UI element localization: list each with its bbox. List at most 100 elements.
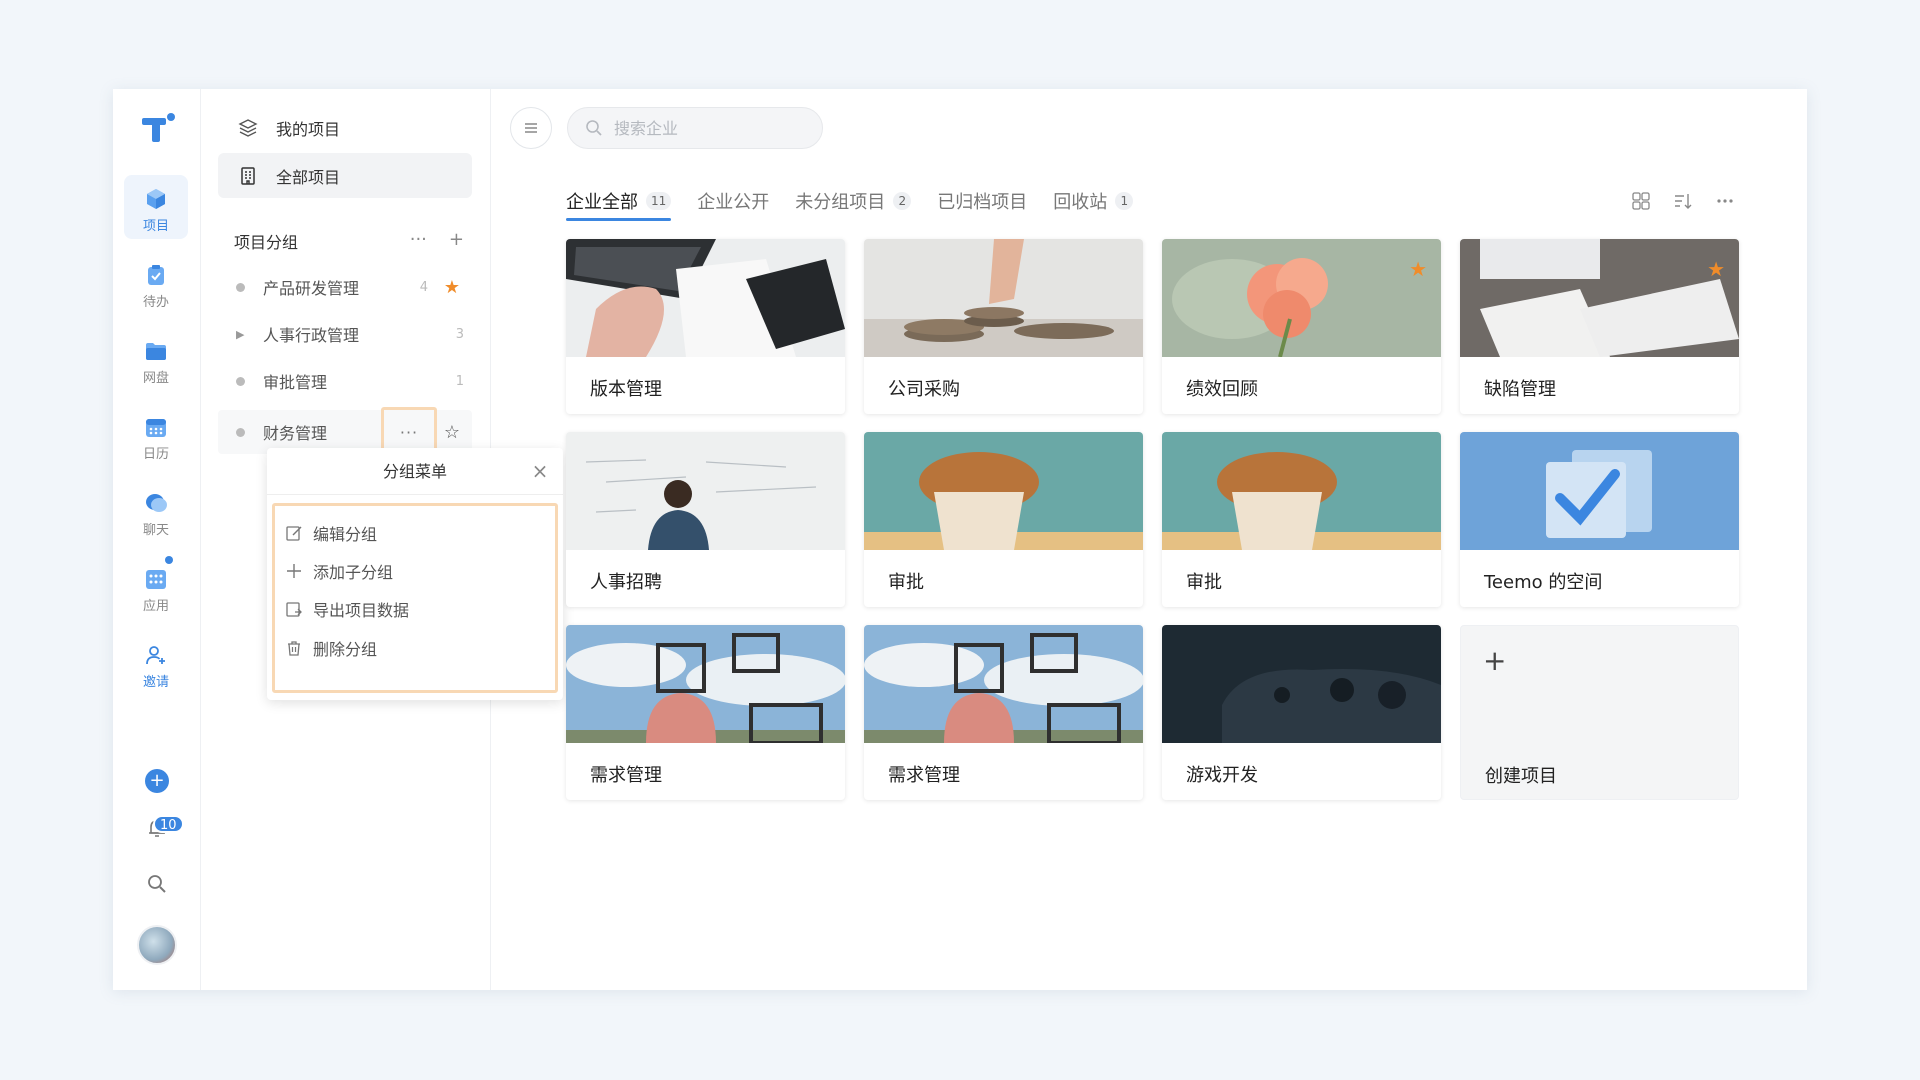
app-window: 项目 待办 网盘 日历 聊天 应用 邀请 + 10 我的项目 全部项目 项目分组… [113,89,1807,990]
project-card[interactable]: 人事招聘 [566,432,845,607]
project-groups-title: 项目分组 [234,233,299,252]
tab-count-badge: 1 [1115,192,1134,210]
group-bullet [236,282,245,292]
rail-item-drive[interactable]: 网盘 [124,327,188,391]
group-count: 3 [455,326,464,342]
project-card[interactable]: ★ 缺陷管理 [1460,239,1739,414]
project-cover-image [864,239,1143,357]
project-title: 审批 [888,572,924,593]
project-tabs: 企业全部 11 企业公开 未分组项目 2 已归档项目 回收站 1 [566,187,1159,221]
project-title: 审批 [1186,572,1222,593]
create-project-label: 创建项目 [1485,766,1557,787]
star-filled-icon[interactable]: ★ [1707,257,1725,281]
group-item[interactable]: 审批管理 1 [218,359,472,403]
group-name: 产品研发管理 [263,279,360,298]
nav-my-projects[interactable]: 我的项目 [218,105,472,150]
group-name: 审批管理 [263,373,328,392]
menu-toggle-button[interactable] [510,107,552,149]
layers-icon [238,118,258,137]
rail-item-invite[interactable]: 邀请 [124,631,188,695]
project-title: 版本管理 [590,379,662,400]
rail-item-apps[interactable]: 应用 [124,555,188,619]
rail-item-calendar[interactable]: 日历 [124,403,188,467]
project-card[interactable]: 需求管理 [566,625,845,800]
project-cover-image [864,625,1143,743]
folder-icon [146,343,166,360]
project-cover-image [1162,239,1441,357]
tab-recycle-bin[interactable]: 回收站 1 [1053,187,1134,215]
grid-view-icon[interactable] [1629,189,1653,213]
project-cover-image [864,432,1143,550]
rail-item-todo[interactable]: 待办 [124,251,188,315]
star-filled-icon[interactable]: ★ [444,277,460,298]
project-card[interactable]: 审批 [1162,432,1441,607]
view-tools [1629,189,1737,213]
star-filled-icon[interactable]: ★ [1409,257,1427,281]
notification-count-badge: 10 [153,815,184,833]
rail-item-label: 日历 [142,447,169,462]
project-cover-image [1162,625,1441,743]
star-outline-icon[interactable]: ☆ [444,422,460,443]
caret-right-icon[interactable]: ▶ [236,328,245,341]
chat-bubble-icon [146,494,167,512]
project-groups-header: 项目分组 ··· + [234,229,464,253]
left-rail: 项目 待办 网盘 日历 聊天 应用 邀请 + 10 [113,89,201,990]
search-box[interactable] [567,107,823,149]
more-options-icon[interactable] [1713,189,1737,213]
project-cover-image [1162,432,1441,550]
group-item[interactable]: ▶ 人事行政管理 3 [218,312,472,356]
user-avatar[interactable] [137,925,177,965]
project-title: 游戏开发 [1186,765,1258,786]
app-logo-icon[interactable] [140,111,176,147]
project-title: 人事招聘 [590,572,662,593]
create-project-card[interactable]: + 创建项目 [1460,625,1739,800]
project-card[interactable]: 公司采购 [864,239,1143,414]
group-name: 财务管理 [263,424,328,443]
tab-enterprise-all[interactable]: 企业全部 11 [566,187,672,221]
main-content: 企业全部 11 企业公开 未分组项目 2 已归档项目 回收站 1 [491,89,1807,990]
clipboard-check-icon [148,265,164,285]
cube-icon [147,189,165,209]
project-card[interactable]: 审批 [864,432,1143,607]
nav-all-projects[interactable]: 全部项目 [218,153,472,198]
menu-item-label: 编辑分组 [313,525,378,544]
project-cover-image [1460,432,1739,550]
rail-item-label: 应用 [142,599,169,614]
more-icon[interactable]: ··· [410,229,427,250]
rail-item-label: 待办 [142,295,169,310]
tab-archived[interactable]: 已归档项目 [937,187,1027,215]
hamburger-icon [525,123,537,133]
sort-icon[interactable] [1671,189,1695,213]
search-input[interactable] [614,118,794,138]
group-count: 4 [419,279,428,295]
tab-enterprise-public[interactable]: 企业公开 [697,187,769,215]
menu-item-label: 导出项目数据 [313,601,410,620]
group-count: 1 [455,373,464,389]
rail-item-label: 项目 [142,219,169,234]
apps-grid-icon [146,570,166,589]
group-bullet [236,376,245,386]
project-card[interactable]: Teemo 的空间 [1460,432,1739,607]
quick-add-button[interactable]: + [145,769,169,793]
plus-icon [287,564,301,578]
rail-item-projects[interactable]: 项目 [124,175,188,239]
project-cover-image [566,625,845,743]
nav-all-projects-label: 全部项目 [276,167,341,187]
apps-unread-dot [165,556,173,564]
tab-label: 企业全部 [566,192,638,213]
tab-ungrouped[interactable]: 未分组项目 2 [795,187,912,215]
project-title: 公司采购 [888,379,960,400]
project-title: 绩效回顾 [1186,379,1258,400]
group-item[interactable]: 产品研发管理 4 ★ [218,265,472,309]
search-icon[interactable] [145,872,169,896]
search-icon [586,120,602,136]
project-card[interactable]: ★ 绩效回顾 [1162,239,1441,414]
rail-item-chat[interactable]: 聊天 [124,479,188,543]
project-card[interactable]: 游戏开发 [1162,625,1441,800]
project-cover-image [566,432,845,550]
calendar-icon [146,419,166,437]
project-card[interactable]: 需求管理 [864,625,1143,800]
project-title: Teemo 的空间 [1484,572,1603,593]
project-card[interactable]: 版本管理 [566,239,845,414]
add-group-icon[interactable]: + [449,229,464,250]
